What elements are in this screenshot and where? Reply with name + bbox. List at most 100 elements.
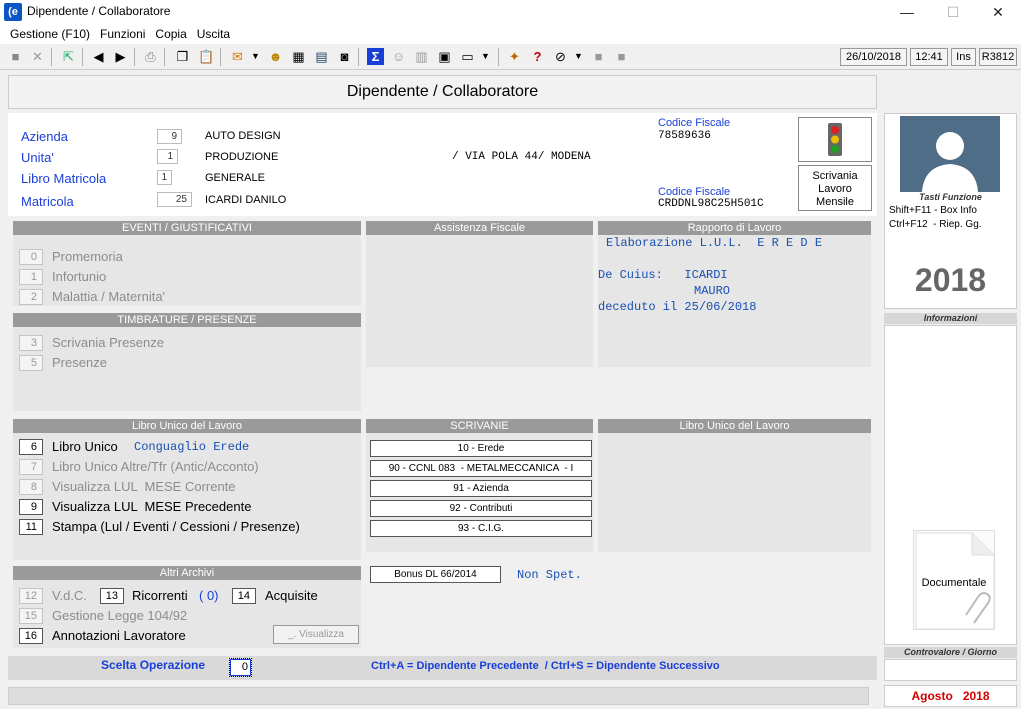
- camera-icon[interactable]: ◙: [336, 48, 353, 65]
- unita-value: PRODUZIONE: [205, 151, 279, 163]
- option-lul-corrente[interactable]: Visualizza LUL MESE Corrente: [52, 479, 236, 494]
- option-ricorrenti[interactable]: Ricorrenti: [132, 588, 188, 603]
- close-button[interactable]: ✕: [975, 0, 1021, 24]
- shortcut-box-info: Shift+F11 - Box Info: [889, 205, 977, 216]
- scrivania-cig-button[interactable]: 93 - C.I.G.: [370, 520, 592, 537]
- matricola-code[interactable]: 25: [157, 192, 192, 207]
- option-number: 5: [19, 355, 43, 371]
- scrivania-azienda-button[interactable]: 91 - Azienda: [370, 480, 592, 497]
- status-code: R3812: [979, 48, 1017, 66]
- lul-header: Libro Unico del Lavoro: [13, 419, 361, 433]
- option-number: 14: [232, 588, 256, 604]
- navigation-hint: Ctrl+A = Dipendente Precedente / Ctrl+S …: [371, 660, 720, 672]
- sum-icon[interactable]: Σ: [367, 48, 384, 65]
- unita-code[interactable]: 1: [157, 149, 178, 164]
- help-icon[interactable]: ?: [529, 48, 546, 65]
- form-icon[interactable]: ▭: [459, 48, 476, 65]
- option-number: 12: [19, 588, 43, 604]
- plugin-icon[interactable]: ✦: [506, 48, 523, 65]
- monitor-icon[interactable]: ▣: [436, 48, 453, 65]
- option-presenze[interactable]: Presenze: [52, 355, 107, 370]
- scrivania-contributi-button[interactable]: 92 - Contributi: [370, 500, 592, 517]
- arrow-right-icon[interactable]: ▶: [112, 48, 129, 65]
- save-icon[interactable]: ■: [7, 48, 24, 65]
- bonus-button[interactable]: Bonus DL 66/2014: [370, 566, 501, 583]
- employee-header: Azienda 9 AUTO DESIGN Unita' 1 PRODUZION…: [8, 113, 877, 216]
- documentale-button[interactable]: Documentale: [913, 530, 995, 630]
- mail-dropdown-icon[interactable]: ▼: [247, 48, 264, 65]
- scrivania-lavoro-mensile-button[interactable]: Scrivania Lavoro Mensile: [798, 165, 872, 211]
- minimize-button[interactable]: —: [884, 0, 930, 24]
- rapporto-panel: Rapporto di Lavoro Elaborazione L.U.L. E…: [598, 221, 871, 367]
- option-acquisite[interactable]: Acquisite: [265, 588, 318, 603]
- period-display: Agosto 2018: [884, 685, 1017, 707]
- option-number: 16: [19, 628, 43, 644]
- libro-code[interactable]: 1: [157, 170, 172, 185]
- scrivania-erede-button[interactable]: 10 - Erede: [370, 440, 592, 457]
- menu-bar: Gestione (F10) Funzioni Copia Uscita: [0, 24, 1021, 44]
- codice-fiscale-label-1: Codice Fiscale: [658, 117, 731, 129]
- scelta-input[interactable]: 0: [229, 658, 252, 677]
- azienda-label: Azienda: [21, 129, 68, 144]
- gray-icon-1[interactable]: ■: [590, 48, 607, 65]
- codice-fiscale-label-2: Codice Fiscale: [658, 186, 731, 198]
- grid-icon[interactable]: ▦: [290, 48, 307, 65]
- azienda-code[interactable]: 9: [157, 129, 182, 144]
- option-lul-precedente[interactable]: Visualizza LUL MESE Precedente: [52, 499, 251, 514]
- period-month: Agosto: [911, 689, 953, 703]
- option-vdc[interactable]: V.d.C.: [52, 588, 87, 603]
- avatar[interactable]: [900, 116, 1000, 192]
- paste-icon[interactable]: 📋: [198, 48, 215, 65]
- option-libro-unico-altre[interactable]: Libro Unico Altre/Tfr (Antic/Acconto): [52, 459, 259, 474]
- status-strip: [8, 687, 869, 705]
- menu-copia[interactable]: Copia: [150, 24, 191, 41]
- attach-icon[interactable]: ⊘: [552, 48, 569, 65]
- form-dropdown-icon[interactable]: ▼: [477, 48, 494, 65]
- ricorrenti-count: ( 0): [199, 588, 219, 603]
- option-legge-104[interactable]: Gestione Legge 104/92: [52, 608, 187, 623]
- copy-icon[interactable]: ❐: [174, 48, 191, 65]
- menu-uscita[interactable]: Uscita: [192, 24, 235, 41]
- rapporto-line-4: deceduto il 25/06/2018: [598, 300, 757, 314]
- option-scrivania-presenze[interactable]: Scrivania Presenze: [52, 335, 164, 350]
- traffic-light-button[interactable]: [798, 117, 872, 162]
- option-annotazioni[interactable]: Annotazioni Lavoratore: [52, 628, 186, 643]
- option-promemoria[interactable]: Promemoria: [52, 249, 123, 264]
- window-title: Dipendente / Collaboratore: [27, 4, 171, 18]
- list-icon[interactable]: ▥: [413, 48, 430, 65]
- option-number: 15: [19, 608, 43, 624]
- visualizza-button[interactable]: _. Visualizza: [273, 625, 359, 644]
- altri-archivi-panel: Altri Archivi 12 V.d.C. 13 Ricorrenti ( …: [13, 566, 361, 648]
- option-number: 2: [19, 289, 43, 305]
- period-year: 2018: [962, 689, 990, 703]
- mail-icon[interactable]: ✉: [229, 48, 246, 65]
- scrivanie-header: SCRIVANIE: [366, 419, 593, 433]
- user-icon[interactable]: ☻: [267, 48, 284, 65]
- smiley-icon[interactable]: ☺: [390, 48, 407, 65]
- menu-gestione[interactable]: Gestione (F10): [5, 24, 95, 41]
- assistenza-header: Assistenza Fiscale: [366, 221, 593, 235]
- page-title: Dipendente / Collaboratore: [8, 75, 877, 109]
- unita-address: / VIA POLA 44/ MODENA: [452, 151, 591, 163]
- option-number: 11: [19, 519, 43, 535]
- traffic-light-icon: [828, 123, 842, 156]
- gray-icon-2[interactable]: ■: [613, 48, 630, 65]
- option-number: 0: [19, 249, 43, 265]
- year-display: 2018: [914, 262, 987, 298]
- option-malattia[interactable]: Malattia / Maternita': [52, 289, 165, 304]
- option-stampa[interactable]: Stampa (Lul / Eventi / Cessioni / Presen…: [52, 519, 300, 534]
- attach-dropdown-icon[interactable]: ▼: [570, 48, 587, 65]
- option-libro-unico[interactable]: Libro Unico: [52, 439, 118, 454]
- maximize-button[interactable]: ☐: [930, 0, 976, 24]
- menu-funzioni[interactable]: Funzioni: [95, 24, 150, 41]
- delete-icon[interactable]: ✕: [29, 48, 46, 65]
- exit-icon[interactable]: ⇱: [60, 48, 77, 65]
- arrow-left-icon[interactable]: ◀: [90, 48, 107, 65]
- print-icon[interactable]: ⎙: [142, 48, 159, 65]
- controvalore-title: Controvalore / Giorno: [884, 647, 1017, 658]
- scrivania-ccnl-button[interactable]: 90 - CCNL 083 - METALMECCANICA - I: [370, 460, 592, 477]
- libro-matricola-label: Libro Matricola: [21, 171, 107, 186]
- status-mode: Ins: [951, 48, 976, 66]
- option-infortunio[interactable]: Infortunio: [52, 269, 106, 284]
- calculator-icon[interactable]: ▤: [313, 48, 330, 65]
